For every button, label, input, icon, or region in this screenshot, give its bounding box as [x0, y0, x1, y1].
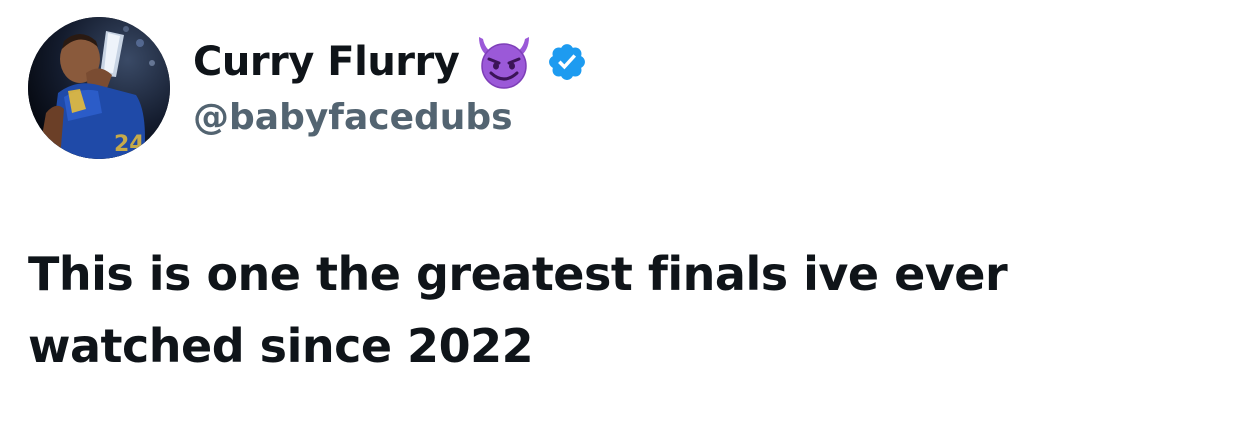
avatar-image: 24 [28, 17, 170, 159]
user-handle[interactable]: @babyfacedubs [193, 94, 513, 142]
svg-text:24: 24 [114, 132, 145, 157]
tweet-card: 24 Curry Flurry @babyfacedubs This is on… [0, 0, 1242, 440]
smiling-devil-icon [475, 35, 533, 89]
name-row: Curry Flurry [193, 34, 588, 90]
verified-badge-icon[interactable] [546, 41, 588, 83]
display-name[interactable]: Curry Flurry [193, 34, 460, 90]
tweet-text: This is one the greatest finals ive ever… [28, 247, 1008, 373]
avatar[interactable]: 24 [28, 17, 170, 159]
